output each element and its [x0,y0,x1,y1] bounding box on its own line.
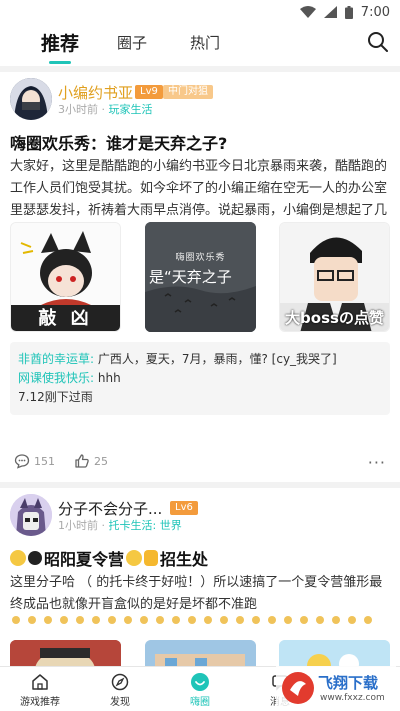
watermark-text: 飞翔下载 [318,674,379,692]
post-body[interactable]: 这里分子哈 （ 的托卡终于好啦！）所以速搞了一个夏令营雏形最终成品也就像开盲盒似… [10,572,392,616]
signal-icon [323,6,337,18]
post-image-art [10,640,121,666]
image-caption: 大bossの点赞 [280,303,389,331]
hiquan-icon [191,673,209,691]
meta-separator: · [101,519,106,532]
compass-icon [111,673,129,691]
top-tab-bar: 推荐 圈子 热门 [0,24,400,64]
status-time: 7:00 [360,4,390,20]
image-overlay-title: 嗨圈欢乐秀 [175,253,226,263]
site-watermark-logo: 飞翔下载 www.fxxz.com [276,666,396,711]
role-badge: 中门对狙 [163,85,213,99]
comment-count: 151 [34,454,55,468]
nav-label: 发现 [110,697,130,708]
author-name[interactable]: 分子不会分子... [58,498,162,519]
comment-text: hhh [94,371,121,385]
author-name[interactable]: 小编约书亚 [58,82,133,103]
comment-author[interactable]: 网课使我快乐: [18,371,94,385]
comment-item[interactable]: 非酋的幸运草: 广西人，夏天，7月，暴雨，懂? [cy_我哭了] [18,350,382,369]
level-badge: Lv9 [135,85,163,99]
comment-button[interactable]: 151 [14,453,55,469]
post-image[interactable]: 敲 凶 [10,222,121,332]
avatar[interactable] [10,494,52,536]
sparkle-icons [12,616,372,624]
comment-text: 7.12刚下过雨 [18,390,93,404]
more-options-icon[interactable]: ··· [368,453,386,472]
post-tag[interactable]: 玩家生活 [109,103,153,116]
nav-hiquan[interactable]: 嗨圈 [170,671,230,708]
wifi-icon [299,6,316,18]
post-title-text: 招生处 [160,550,209,569]
tab-circles[interactable]: 圈子 [117,32,147,53]
post-tag[interactable]: 托卡生活: 世界 [109,519,182,532]
post-image-art [145,640,256,666]
smile-emoji-icon [126,550,143,566]
comment-item[interactable]: 7.12刚下过雨 [18,388,382,407]
battery-icon [344,5,353,19]
nav-label: 游戏推荐 [20,697,60,708]
post-meta: 1小时前 · 托卡生活: 世界 [58,517,182,533]
post-title[interactable]: 嗨圈欢乐秀：谁才是天弃之子? [10,130,227,154]
wave-hand-emoji-icon [10,550,26,566]
image-overlay-subtitle: 是“天弃之子 [149,268,232,286]
post-title-text: 昭阳夏令营 [44,550,125,569]
avatar[interactable] [10,78,52,120]
post-image[interactable]: 嗨圈欢乐秀 是“天弃之子 [145,222,256,332]
meta-separator: · [101,103,106,116]
avatar-image [10,494,52,536]
like-count: 25 [94,454,108,468]
post-image[interactable]: 大bossの点赞 [279,222,390,332]
post-actions: 151 25 ··· [14,453,386,473]
watermark-url: www.fxxz.com [320,693,385,703]
feed-post[interactable]: 小编约书亚 Lv9 中门对狙 3小时前 · 玩家生活 嗨圈欢乐秀：谁才是天弃之子… [0,72,400,482]
hot-comments[interactable]: 非酋的幸运草: 广西人，夏天，7月，暴雨，懂? [cy_我哭了] 网课使我快乐:… [10,342,390,415]
active-tab-indicator [49,61,71,64]
comment-text: 广西人，夏天，7月，暴雨，懂? [cy_我哭了] [94,352,337,366]
post-time: 1小时前 [58,519,98,532]
nav-label: 嗨圈 [190,697,210,708]
nav-game-recommend[interactable]: 游戏推荐 [10,671,70,708]
comment-author[interactable]: 非酋的幸运草: [18,352,94,366]
comment-icon [14,454,30,469]
home-icon [32,674,48,690]
tab-recommend[interactable]: 推荐 [41,29,79,56]
level-badge: Lv6 [170,501,198,515]
like-button[interactable]: 25 [74,453,108,469]
post-title[interactable]: 昭阳夏令营 招生处 [10,546,208,570]
image-caption: 敲 凶 [38,308,93,329]
comment-item[interactable]: 网课使我快乐: hhh [18,369,382,388]
post-meta: 3小时前 · 玩家生活 [58,101,153,117]
thumbs-up-icon [75,454,89,468]
thumbs-up-emoji-icon [144,550,159,566]
post-time: 3小时前 [58,103,98,116]
section-divider [0,482,400,488]
avatar-image [10,78,52,120]
post-image[interactable] [10,640,121,666]
post-image[interactable] [145,640,256,666]
post-image[interactable] [279,640,390,666]
tab-hot[interactable]: 热门 [190,32,220,53]
nav-discover[interactable]: 发现 [90,671,150,708]
feed-post[interactable]: 分子不会分子... Lv6 1小时前 · 托卡生活: 世界 昭阳夏令营 招生处 … [0,490,400,666]
black-face-emoji-icon [28,551,42,565]
status-bar: 7:00 [0,0,400,24]
sparkle-emoji-row [10,614,390,626]
post-image-art [279,640,390,666]
search-icon[interactable] [366,30,390,54]
